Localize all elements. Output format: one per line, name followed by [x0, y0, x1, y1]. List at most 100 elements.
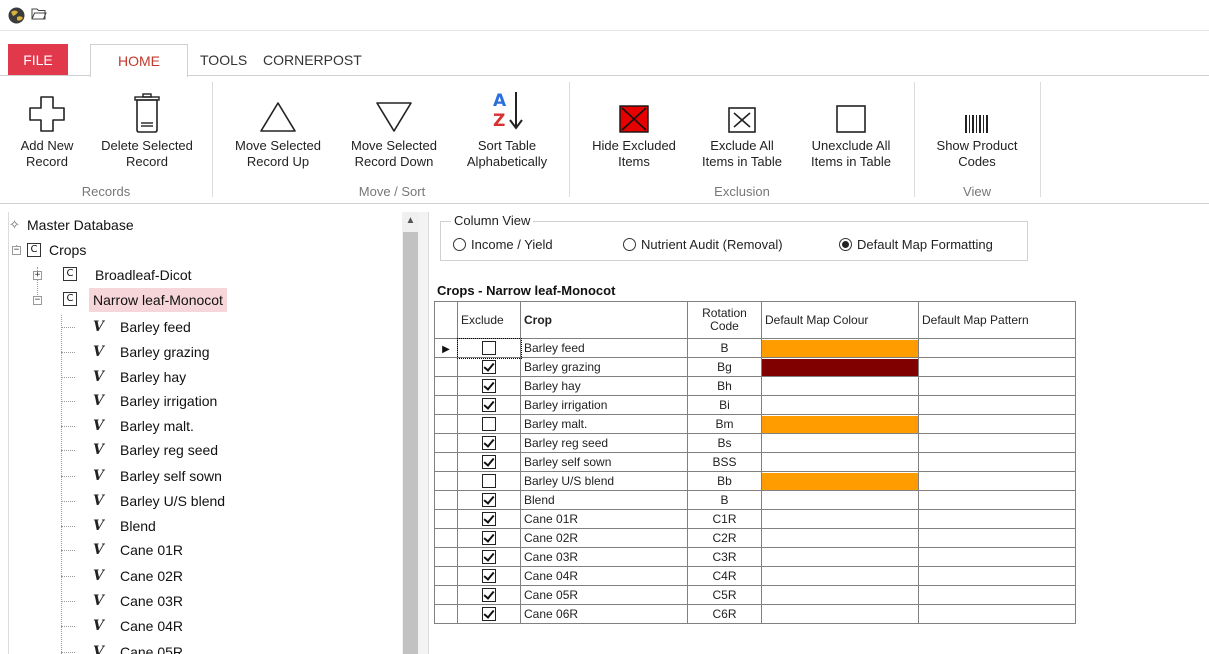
tab-file[interactable]: FILE: [8, 44, 68, 76]
row-header[interactable]: [434, 395, 458, 415]
add-new-record-button[interactable]: Add New Record: [6, 82, 88, 182]
collapse-toggle[interactable]: −: [12, 246, 21, 255]
exclude-checkbox[interactable]: [482, 379, 496, 394]
map-colour-cell[interactable]: [761, 433, 919, 453]
crop-cell[interactable]: Cane 02R: [520, 528, 688, 548]
crop-cell[interactable]: Barley malt.: [520, 414, 688, 434]
tree-leaf[interactable]: V Cane 05R: [9, 640, 183, 654]
map-colour-cell[interactable]: [761, 471, 919, 491]
row-header[interactable]: [434, 452, 458, 472]
tree-leaf[interactable]: V Barley grazing: [9, 340, 210, 364]
table-row[interactable]: Barley grazing Bg: [434, 357, 1076, 377]
map-pattern-cell[interactable]: [918, 509, 1076, 529]
table-row[interactable]: Cane 06R C6R: [434, 604, 1076, 624]
tree-leaf[interactable]: V Barley malt.: [9, 414, 194, 438]
crop-cell[interactable]: Barley self sown: [520, 452, 688, 472]
table-row[interactable]: ▶ Barley feed B: [434, 337, 1076, 359]
row-header[interactable]: [434, 490, 458, 510]
map-colour-cell[interactable]: [761, 604, 919, 624]
rotation-code-cell[interactable]: B: [687, 338, 762, 358]
map-colour-cell[interactable]: [761, 452, 919, 472]
table-row[interactable]: Barley self sown BSS: [434, 452, 1076, 472]
tab-cornerpost[interactable]: CORNERPOST: [263, 44, 362, 76]
exclude-checkbox[interactable]: [482, 550, 496, 565]
map-pattern-cell[interactable]: [918, 338, 1076, 358]
map-pattern-cell[interactable]: [918, 566, 1076, 586]
map-colour-cell[interactable]: [761, 547, 919, 567]
map-colour-cell[interactable]: [761, 414, 919, 434]
exclude-checkbox[interactable]: [482, 455, 496, 470]
row-header[interactable]: [434, 566, 458, 586]
show-product-codes-button[interactable]: Show Product Codes: [920, 82, 1034, 182]
row-header[interactable]: [434, 471, 458, 491]
row-header[interactable]: [434, 509, 458, 529]
app-globe-icon[interactable]: [8, 7, 25, 27]
rotation-code-cell[interactable]: Bg: [687, 357, 762, 377]
table-row[interactable]: Barley U/S blend Bb: [434, 471, 1076, 491]
exclude-checkbox[interactable]: [482, 512, 496, 527]
table-row[interactable]: Barley reg seed Bs: [434, 433, 1076, 453]
map-pattern-cell[interactable]: [918, 528, 1076, 548]
map-pattern-cell[interactable]: [918, 414, 1076, 434]
tree-leaf[interactable]: V Blend: [9, 514, 156, 538]
hide-excluded-items-button[interactable]: Hide Excluded Items: [576, 82, 692, 182]
map-pattern-cell[interactable]: [918, 357, 1076, 377]
tab-home[interactable]: HOME: [90, 44, 188, 77]
table-row[interactable]: Barley irrigation Bi: [434, 395, 1076, 415]
row-header[interactable]: [434, 433, 458, 453]
collapse-toggle[interactable]: −: [33, 296, 42, 305]
row-header[interactable]: [434, 414, 458, 434]
table-row[interactable]: Cane 02R C2R: [434, 528, 1076, 548]
delete-selected-record-button[interactable]: Delete Selected Record: [88, 82, 206, 182]
expand-toggle[interactable]: +: [33, 271, 42, 280]
map-pattern-cell[interactable]: [918, 604, 1076, 624]
rotation-code-cell[interactable]: C4R: [687, 566, 762, 586]
crop-cell[interactable]: Cane 06R: [520, 604, 688, 624]
column-header-crop[interactable]: Crop: [520, 301, 688, 339]
crop-cell[interactable]: Barley reg seed: [520, 433, 688, 453]
row-header[interactable]: ▶: [434, 338, 458, 358]
rotation-code-cell[interactable]: C3R: [687, 547, 762, 567]
table-row[interactable]: Cane 01R C1R: [434, 509, 1076, 529]
exclude-checkbox[interactable]: [482, 569, 496, 584]
exclude-checkbox[interactable]: [482, 417, 496, 432]
rotation-code-cell[interactable]: Bi: [687, 395, 762, 415]
rotation-code-cell[interactable]: C2R: [687, 528, 762, 548]
map-pattern-cell[interactable]: [918, 585, 1076, 605]
row-header[interactable]: [434, 585, 458, 605]
map-pattern-cell[interactable]: [918, 433, 1076, 453]
tree-leaf[interactable]: V Cane 01R: [9, 538, 183, 562]
rotation-code-cell[interactable]: C5R: [687, 585, 762, 605]
radio-income-yield[interactable]: Income / Yield: [453, 236, 553, 254]
rotation-code-cell[interactable]: C6R: [687, 604, 762, 624]
crop-cell[interactable]: Barley hay: [520, 376, 688, 396]
exclude-checkbox[interactable]: [482, 398, 496, 413]
crop-cell[interactable]: Blend: [520, 490, 688, 510]
crop-cell[interactable]: Cane 05R: [520, 585, 688, 605]
tree-leaf[interactable]: V Barley U/S blend: [9, 489, 225, 513]
map-colour-cell[interactable]: [761, 395, 919, 415]
exclude-checkbox[interactable]: [482, 436, 496, 451]
map-pattern-cell[interactable]: [918, 376, 1076, 396]
crop-cell[interactable]: Barley irrigation: [520, 395, 688, 415]
row-header[interactable]: [434, 604, 458, 624]
tree-leaf[interactable]: V Barley reg seed: [9, 438, 218, 462]
map-colour-cell[interactable]: [761, 376, 919, 396]
crop-cell[interactable]: Cane 04R: [520, 566, 688, 586]
table-row[interactable]: Cane 05R C5R: [434, 585, 1076, 605]
map-pattern-cell[interactable]: [918, 490, 1076, 510]
rotation-code-cell[interactable]: Bh: [687, 376, 762, 396]
tree-node-narrow-leaf[interactable]: − C Narrow leaf-Monocot: [9, 288, 227, 312]
tree-leaf[interactable]: V Barley irrigation: [9, 389, 217, 413]
scroll-up-icon[interactable]: ▲: [402, 212, 419, 229]
sort-alphabetically-button[interactable]: AZ Sort Table Alphabetically: [452, 82, 562, 182]
table-row[interactable]: Cane 03R C3R: [434, 547, 1076, 567]
crop-cell[interactable]: Barley grazing: [520, 357, 688, 377]
tree-leaf[interactable]: V Barley self sown: [9, 464, 222, 488]
row-header[interactable]: [434, 547, 458, 567]
table-row[interactable]: Cane 04R C4R: [434, 566, 1076, 586]
unexclude-all-button[interactable]: Unexclude All Items in Table: [794, 82, 908, 182]
column-header-exclude[interactable]: Exclude: [457, 301, 521, 339]
map-colour-cell[interactable]: [761, 490, 919, 510]
row-header[interactable]: [434, 357, 458, 377]
